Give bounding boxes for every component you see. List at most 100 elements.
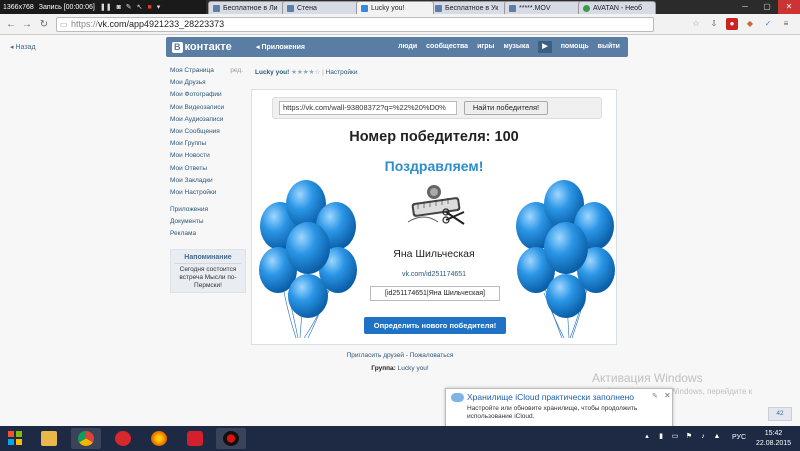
sidebar-item-photos[interactable]: Мои Фотографии [170,89,246,101]
vk-ext-icon[interactable]: ✓ [762,18,774,30]
taskbar-explorer[interactable] [34,428,64,449]
reload-icon[interactable]: ↻ [37,18,51,32]
minimize-icon[interactable]: ─ [734,0,756,14]
new-winner-button[interactable]: Определить нового победителя! [364,317,506,334]
sidebar-item-apps[interactable]: Приложения [170,204,246,216]
nav-communities[interactable]: сообщества [426,43,468,53]
app-footer-links: Пригласить друзей - Пожаловаться [0,352,800,359]
tray-battery-icon[interactable]: ▭ [670,432,680,442]
sidebar-item-friends[interactable]: Мои Друзья [170,77,246,89]
sidebar-item-ads[interactable]: Реклама [170,228,246,240]
tray-flag-icon[interactable]: ⚑ [684,432,694,442]
tab-free-2[interactable]: Бесплатное в Ук [430,1,508,14]
vk-logo-text: контакте [184,41,232,53]
language-indicator[interactable]: РУС [732,434,746,441]
chevron-left-icon: ◂ [10,44,14,51]
tab-lucky-you[interactable]: Lucky you! [356,1,434,14]
sidebar-item-settings[interactable]: Мои Настройки [170,187,246,199]
sidebar-item-my-page[interactable]: Моя Страница ред. [170,65,246,77]
icloud-message: Настройте или обновите хранилище, чтобы … [467,405,638,420]
extension-icon[interactable]: ◆ [744,18,756,30]
group-label: Группа: [371,365,396,372]
tray-volume-icon[interactable]: ♪ [698,432,708,442]
congrats-heading: Поздравляем! [384,158,484,174]
cursor-icon[interactable]: ↖ [137,3,143,11]
menu-icon[interactable]: ≡ [780,18,792,30]
forward-arrow-icon[interactable]: → [20,18,34,32]
taskbar-yandex[interactable] [180,428,210,449]
winner-mention-field[interactable]: [id251174651|Яна Шильческая] [370,286,500,301]
report-link[interactable]: Пожаловаться [410,352,454,359]
nav-games[interactable]: игры [477,43,494,53]
sidebar-item-answers[interactable]: Мои Ответы [170,163,246,175]
windows-start-icon[interactable] [4,429,26,448]
vk-header: В контакте ◂ Приложения люди сообщества … [166,37,628,57]
play-icon[interactable]: ▶ [538,41,552,53]
pencil-icon[interactable]: ✎ [126,3,132,11]
taskbar-chrome[interactable] [71,428,101,449]
sidebar-item-videos[interactable]: Мои Видеозаписи [170,102,246,114]
extension-icons: ☆ ⇩ ● ◆ ✓ ≡ [690,18,792,30]
app-settings-link[interactable]: Настройки [326,69,358,76]
sidebar-item-messages[interactable]: Мои Сообщения [170,126,246,138]
tab-avatan[interactable]: AVATAN - Необ [578,1,656,14]
vk-message-counter[interactable]: 42 [768,407,792,421]
stop-record-icon[interactable]: ■ [148,4,152,11]
vk-top-nav: люди сообщества игры музыка ▶ помощь вый… [398,41,620,53]
sidebar-item-documents[interactable]: Документы [170,216,246,228]
tray-network-icon[interactable]: ▮ [656,432,666,442]
sidebar-item-audio[interactable]: Мои Аудиозаписи [170,114,246,126]
recorder-status: Запись [00:00:06] [38,3,95,11]
sidebar-item-bookmarks[interactable]: Мои Закладки [170,175,246,187]
sidebar-item-groups[interactable]: Мои Группы [170,138,246,150]
tray-signal-icon[interactable]: ▲ [712,432,722,442]
taskbar-clock[interactable]: 15:42 22.08.2015 [756,429,791,449]
page-content: ◂ Назад В контакте ◂ Приложения люди соо… [0,35,800,430]
taskbar-firefox[interactable] [144,428,174,449]
group-link[interactable]: Lucky you! [398,365,429,372]
nav-logout[interactable]: выйти [598,43,620,53]
icloud-notification[interactable]: Хранилище iCloud практически заполнено ✎… [445,388,673,430]
invite-friends-link[interactable]: Пригласить друзей [347,352,404,359]
chrome-icon [78,431,94,446]
back-link[interactable]: ◂ Назад [10,43,36,51]
close-icon[interactable]: ✕ [664,391,671,400]
tray-up-icon[interactable]: ▴ [642,432,652,442]
firefox-icon [151,431,167,446]
taskbar-opera[interactable] [108,428,138,449]
nav-help[interactable]: помощь [561,43,589,53]
taskbar-recorder[interactable] [216,428,246,449]
adblock-icon[interactable]: ● [726,18,738,30]
vk-logo[interactable]: В контакте [172,41,232,53]
sidebar-item-news[interactable]: Мои Новости [170,150,246,162]
wrench-icon[interactable]: ✎ [652,392,658,400]
tab-wall[interactable]: Стена [282,1,360,14]
apps-section-link[interactable]: ◂ Приложения [256,43,305,51]
star-icon[interactable]: ☆ [690,18,702,30]
tab-mov[interactable]: *****.MOV [504,1,582,14]
opera-icon [115,431,131,446]
back-arrow-icon[interactable]: ← [4,18,18,32]
tab-free-1[interactable]: Бесплатное в Ли [208,1,286,14]
nav-music[interactable]: музыка [504,43,530,53]
reminder-body[interactable]: Сегодня состоится встреча Мысли по-Пермс… [175,266,241,290]
address-bar[interactable]: ▭ https://vk.com/app4921233_28223373 [56,17,654,32]
apps-label: Приложения [261,44,305,51]
pause-icon[interactable]: ❚❚ [100,3,112,11]
download-icon[interactable]: ⇩ [708,18,720,30]
sidebar-item-label: Моя Страница [170,67,214,74]
post-search-row: https://vk.com/wall-93808372?q=%22%20%D0… [272,97,602,119]
edit-link[interactable]: ред. [230,65,243,77]
back-label: Назад [15,44,36,51]
clock-date: 22.08.2015 [756,440,792,447]
nav-people[interactable]: люди [398,43,417,53]
maximize-icon[interactable]: ▢ [756,0,778,14]
vk-logo-badge: В [172,41,183,53]
close-icon[interactable]: ✕ [778,0,800,14]
record-icon [223,431,239,446]
find-winner-button[interactable]: Найти победителя! [464,101,548,115]
recorder-resolution: 1366x768 [3,3,34,11]
more-icon[interactable]: ▾ [157,3,161,11]
camera-icon[interactable]: ◙ [117,4,121,11]
post-url-input[interactable]: https://vk.com/wall-93808372?q=%22%20%D0… [279,101,457,115]
